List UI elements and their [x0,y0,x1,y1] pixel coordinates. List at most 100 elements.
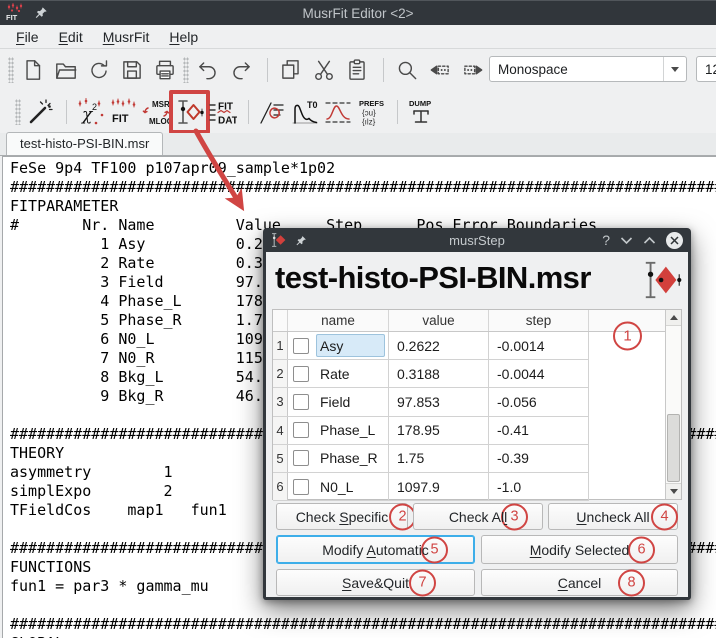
toolbar-separator [248,100,249,124]
musr-prefs-icon[interactable]: PREFS{ɔu}{ılz} [356,97,386,127]
scrollbar-handle[interactable] [667,414,680,482]
find-previous-icon[interactable] [458,55,488,85]
table-row: 1Asy0.2622-0.0014 [273,332,589,360]
annotation-circle-7: 7 [409,569,436,596]
name-cell[interactable]: Phase_R [288,445,389,472]
cut-icon[interactable] [309,55,339,85]
parameter-name[interactable]: N0_L [316,475,385,498]
toolbar-separator [267,58,268,82]
name-cell[interactable]: Rate [288,360,389,387]
musr-dump-icon[interactable]: DUMP [406,97,436,127]
uncheck-all-button[interactable]: Uncheck All4 [548,503,678,530]
column-header-name[interactable]: name [288,310,389,331]
font-size-spinbox[interactable]: 12 [696,56,716,82]
svg-text:PREFS: PREFS [359,99,384,108]
menu-help[interactable]: Help [159,27,208,47]
parameter-step[interactable]: -1.0 [489,473,589,500]
musrfit-icon[interactable]: FIT [108,97,138,127]
toolbar-separator [397,100,398,124]
redo-icon[interactable] [226,55,256,85]
toolbar-main: Monospace 12 [0,49,716,90]
column-header-blank[interactable] [273,310,288,331]
menu-edit[interactable]: Edit [49,27,93,47]
menu-file[interactable]: File [6,27,49,47]
name-cell[interactable]: Field [288,388,389,415]
scroll-down-button[interactable] [666,483,681,499]
parameter-value[interactable]: 97.853 [389,388,489,415]
paste-icon[interactable] [342,55,372,85]
check-all-button[interactable]: Check All3 [413,503,543,530]
name-cell[interactable]: N0_L [288,473,389,500]
pin-icon[interactable] [295,234,307,246]
search-icon[interactable] [392,55,422,85]
parameter-name[interactable]: Asy [316,334,385,357]
musr-step-icon[interactable] [174,97,204,127]
menu-musrfit[interactable]: MusrFit [93,27,160,47]
row-checkbox[interactable] [293,450,309,466]
modify-selected-button[interactable]: Modify Selected6 [481,535,678,564]
find-next-icon[interactable] [425,55,455,85]
parameter-name[interactable]: Rate [316,362,385,385]
parameter-step[interactable]: -0.056 [489,388,589,415]
chi-square-icon[interactable]: χ2 [75,97,105,127]
msr-mlog-swap-icon[interactable]: MSRMLOG [141,97,171,127]
annotation-circle-1: 1 [613,322,642,351]
tab-test-histo-psi-bin[interactable]: test-histo-PSI-BIN.msr [6,132,163,155]
parameter-value[interactable]: 1.75 [389,445,489,472]
musr-view-icon[interactable] [257,97,287,127]
magic-wand-icon[interactable] [25,97,55,127]
row-number: 3 [273,388,288,415]
parameter-step[interactable]: -0.39 [489,445,589,472]
toolbar-musrfit: χ2FITMSRMLOG FITDAT T0 PREFS{ɔu}{ılz} DUMP [0,90,716,133]
row-checkbox[interactable] [293,422,309,438]
row-checkbox[interactable] [293,338,309,354]
modify-automatic-button[interactable]: Modify Automatic5 [276,535,475,564]
font-family-value: Monospace [490,62,663,77]
window-title: MusrFit Editor <2> [0,6,716,21]
open-folder-icon[interactable] [51,55,81,85]
help-button[interactable]: ? [602,232,610,248]
parameter-name[interactable]: Phase_L [316,419,385,442]
print-icon[interactable] [150,55,180,85]
parameter-name[interactable]: Phase_R [316,447,385,470]
name-cell[interactable]: Phase_L [288,417,389,444]
reload-icon[interactable] [84,55,114,85]
menubar: FileEditMusrFitHelp [0,25,716,49]
annotation-circle-8: 8 [618,569,645,596]
window-titlebar[interactable]: FIT MusrFit Editor <2> [0,0,716,25]
table-scrollbar[interactable] [665,310,681,499]
font-family-combo[interactable]: Monospace [489,56,687,82]
name-cell[interactable]: Asy [288,332,389,359]
shade-button[interactable] [620,236,633,245]
parameter-value[interactable]: 178.95 [389,417,489,444]
row-checkbox[interactable] [293,366,309,382]
musr-t0-icon[interactable]: T0 [290,97,320,127]
chevron-down-icon[interactable] [663,57,686,81]
pin-icon[interactable] [34,6,48,20]
parameter-value[interactable]: 0.3188 [389,360,489,387]
row-checkbox[interactable] [293,479,309,495]
undo-icon[interactable] [193,55,223,85]
parameter-value[interactable]: 0.2622 [389,332,489,359]
cancel-button[interactable]: Cancel8 [481,569,678,596]
maximize-button[interactable] [643,236,656,245]
scroll-up-button[interactable] [666,310,681,326]
dialog-titlebar[interactable]: musrStep ? [263,228,691,252]
save-quit-button[interactable]: Save&Quit7 [276,569,475,596]
parameter-value[interactable]: 1097.9 [389,473,489,500]
save-icon[interactable] [117,55,147,85]
parameter-step[interactable]: -0.41 [489,417,589,444]
parameter-name[interactable]: Field [316,390,385,413]
parameter-step[interactable]: -0.0014 [489,332,589,359]
new-file-icon[interactable] [18,55,48,85]
column-header-value[interactable]: value [389,310,489,331]
column-header-step[interactable]: step [489,310,589,331]
copy-icon[interactable] [276,55,306,85]
musrfit-app-icon: FIT [5,3,25,23]
musr-ft-data-icon[interactable]: FITDAT [207,97,237,127]
parameter-step[interactable]: -0.0044 [489,360,589,387]
close-button[interactable] [666,232,683,249]
musr-fourier-icon[interactable] [323,97,353,127]
check-specific-button[interactable]: Check Specific2 [276,503,408,530]
row-checkbox[interactable] [293,394,309,410]
